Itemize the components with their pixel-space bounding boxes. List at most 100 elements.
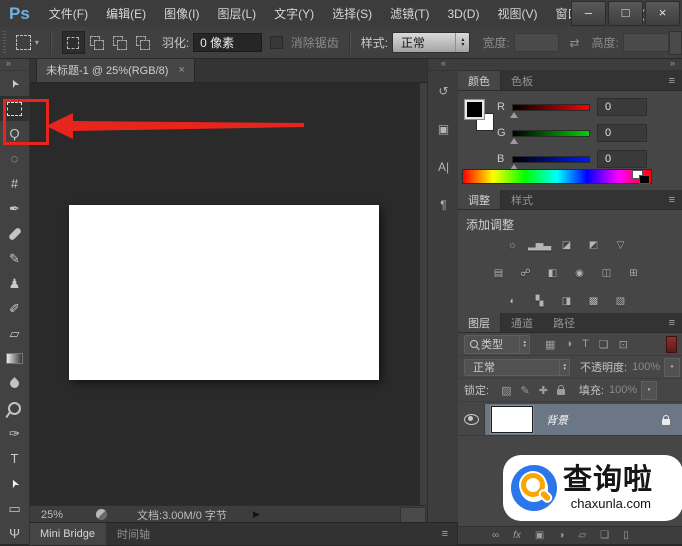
vibrance-icon[interactable]: ▽ — [610, 237, 631, 253]
lock-transparent-pixels-icon[interactable]: ▨ — [501, 384, 511, 397]
path-selection-tool-button[interactable]: ➤ — [0, 471, 29, 496]
slider-thumb[interactable] — [510, 112, 518, 118]
feather-input[interactable]: 0 像素 — [193, 33, 262, 52]
options-bar-edge-button[interactable] — [669, 31, 682, 55]
blue-value-input[interactable]: 0 — [597, 150, 647, 168]
selected-layer[interactable]: 背景 — [485, 404, 682, 435]
layer-style-icon[interactable]: fx — [513, 530, 521, 541]
history-panel-icon[interactable]: ↺ — [428, 80, 459, 102]
options-bar-grip[interactable] — [3, 31, 6, 55]
filter-shape-layers-icon[interactable]: ❏ — [599, 338, 609, 351]
menu-item-filter[interactable]: 滤镜(T) — [381, 1, 438, 27]
character-panel-icon[interactable]: A| — [428, 156, 459, 178]
filter-type-layers-icon[interactable]: T — [582, 338, 589, 351]
black-swatch[interactable] — [639, 175, 650, 184]
filter-smart-objects-icon[interactable]: ⊡ — [619, 338, 628, 351]
tab-styles[interactable]: 样式 — [501, 190, 543, 209]
new-selection-button[interactable] — [62, 31, 85, 54]
type-tool-button[interactable]: T — [0, 446, 29, 471]
color-lookup-icon[interactable]: ⊞ — [623, 265, 644, 281]
foreground-color-swatch[interactable] — [464, 99, 485, 120]
dock-collapse-control[interactable]: » — [458, 58, 682, 71]
fill-value[interactable]: 100% — [609, 384, 641, 396]
hue-saturation-icon[interactable]: ▤ — [488, 265, 509, 281]
quick-selection-tool-button[interactable]: ◌ — [0, 146, 29, 171]
link-layers-icon[interactable]: ∞ — [492, 530, 499, 541]
invert-icon[interactable]: ◐ — [502, 293, 523, 309]
menu-item-select[interactable]: 选择(S) — [323, 1, 381, 27]
clone-stamp-tool-button[interactable]: ♟ — [0, 271, 29, 296]
lock-all-icon[interactable] — [557, 389, 565, 395]
tab-channels[interactable]: 通道 — [501, 313, 543, 332]
threshold-icon[interactable]: ◨ — [556, 293, 577, 309]
layer-thumbnail[interactable] — [491, 406, 533, 433]
document-tab[interactable]: 未标题-1 @ 25%(RGB/8) × — [36, 58, 195, 82]
black-white-icon[interactable]: ◧ — [542, 265, 563, 281]
adobe-drive-icon[interactable] — [96, 509, 107, 520]
maximize-button[interactable]: □ — [608, 1, 643, 26]
menu-item-image[interactable]: 图像(I) — [155, 1, 208, 27]
spot-healing-brush-tool-button[interactable] — [0, 221, 29, 246]
new-adjustment-layer-icon[interactable]: ◑ — [558, 530, 564, 541]
rectangle-tool-button[interactable]: ▭ — [0, 496, 29, 521]
tab-swatches[interactable]: 色板 — [501, 71, 543, 90]
red-slider[interactable] — [512, 104, 590, 111]
lock-image-pixels-icon[interactable]: ✎ — [520, 384, 529, 397]
properties-panel-icon[interactable]: ▣ — [428, 118, 459, 140]
delete-layer-icon[interactable]: ▯ — [623, 530, 629, 541]
color-balance-icon[interactable]: ☍ — [515, 265, 536, 281]
brightness-contrast-icon[interactable]: ☼ — [502, 237, 523, 253]
close-tab-icon[interactable]: × — [178, 64, 184, 76]
tab-mini-bridge[interactable]: Mini Bridge — [29, 523, 106, 545]
filter-type-dropdown[interactable]: 类型 ▴▾ — [464, 335, 530, 354]
blue-slider[interactable] — [512, 156, 590, 163]
tool-preset-picker[interactable]: ▾ — [11, 33, 44, 52]
dodge-tool-button[interactable] — [0, 396, 29, 421]
menu-item-type[interactable]: 文字(Y) — [265, 1, 323, 27]
width-input[interactable] — [514, 33, 560, 52]
channel-mixer-icon[interactable]: ◫ — [596, 265, 617, 281]
filter-pixel-layers-icon[interactable]: ▦ — [545, 338, 555, 351]
levels-icon[interactable]: ▂▅▃ — [529, 237, 550, 253]
visibility-cell[interactable] — [458, 404, 485, 435]
red-value-input[interactable]: 0 — [597, 98, 647, 116]
height-input[interactable] — [623, 33, 669, 52]
crop-tool-button[interactable]: # — [0, 171, 29, 196]
filter-adjustment-layers-icon[interactable]: ◑ — [565, 338, 572, 351]
gradient-tool-button[interactable] — [0, 346, 29, 371]
green-value-input[interactable]: 0 — [597, 124, 647, 142]
posterize-icon[interactable]: ▚ — [529, 293, 550, 309]
layer-filtering-toggle[interactable] — [666, 336, 677, 353]
style-dropdown[interactable]: 正常 ▴▾ — [392, 32, 470, 53]
new-layer-icon[interactable]: ❏ — [600, 530, 609, 541]
dock-expand-control[interactable]: « — [428, 58, 459, 71]
tab-timeline[interactable]: 时间轴 — [106, 523, 161, 545]
gradient-map-icon[interactable]: ▩ — [583, 293, 604, 309]
status-options-arrow-icon[interactable]: ▶ — [253, 509, 260, 520]
hand-tool-button[interactable]: Ψ — [0, 521, 29, 546]
slider-thumb[interactable] — [510, 138, 518, 144]
curves-icon[interactable]: ◪ — [556, 237, 577, 253]
menu-item-file[interactable]: 文件(F) — [40, 1, 97, 27]
menu-item-layer[interactable]: 图层(L) — [208, 1, 265, 27]
panel-menu-icon[interactable]: ≡ — [442, 528, 448, 540]
fill-dropdown-button[interactable]: ▾ — [641, 381, 657, 400]
tools-panel-collapse[interactable]: » — [0, 58, 29, 71]
intersect-selection-button[interactable] — [131, 31, 154, 54]
zoom-level[interactable]: 25% — [41, 509, 63, 521]
green-slider[interactable] — [512, 130, 590, 137]
lock-position-icon[interactable]: ✚ — [539, 384, 548, 397]
blur-tool-button[interactable] — [0, 371, 29, 396]
pen-tool-button[interactable]: ✑ — [0, 421, 29, 446]
subtract-from-selection-button[interactable] — [108, 31, 131, 54]
new-group-icon[interactable]: ▱ — [578, 530, 586, 541]
panel-menu-icon[interactable]: ≡ — [669, 71, 682, 90]
tab-paths[interactable]: 路径 — [543, 313, 585, 332]
canvas-area[interactable] — [29, 82, 427, 505]
add-layer-mask-icon[interactable]: ▣ — [535, 530, 544, 541]
paragraph-panel-icon[interactable]: ¶ — [428, 194, 459, 216]
opacity-dropdown-button[interactable]: ▾ — [664, 358, 680, 377]
exposure-icon[interactable]: ◩ — [583, 237, 604, 253]
swap-dimensions-icon[interactable]: ⇄ — [569, 36, 579, 50]
tab-color[interactable]: 颜色 — [458, 71, 501, 90]
